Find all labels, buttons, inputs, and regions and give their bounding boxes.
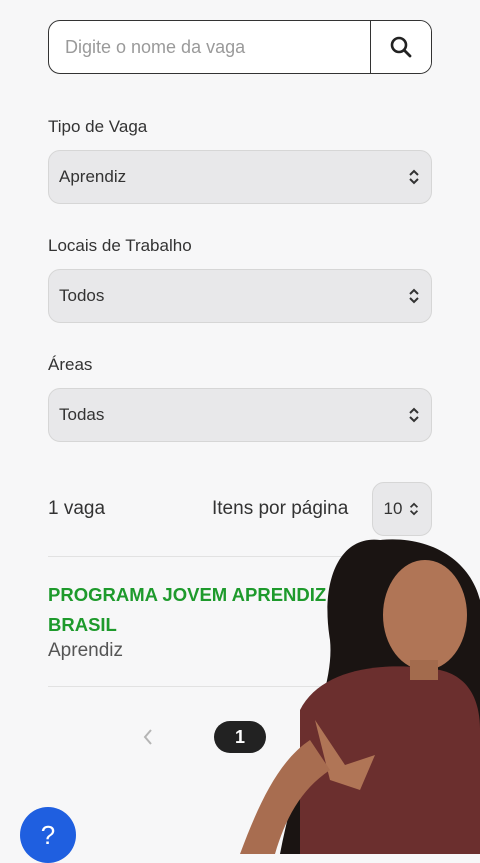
- chevron-left-icon: [143, 729, 152, 745]
- chevron-updown-icon: [407, 406, 421, 424]
- per-page-value: 10: [383, 499, 403, 518]
- job-type: Aprendiz: [48, 640, 123, 661]
- select-locais-trabalho[interactable]: Todos: [48, 269, 432, 323]
- filter-label-areas: Áreas: [48, 355, 93, 374]
- search-button[interactable]: [370, 21, 431, 73]
- chevron-updown-icon: [407, 287, 421, 305]
- filter-label-locais: Locais de Trabalho: [48, 236, 192, 255]
- search-input[interactable]: [49, 21, 370, 73]
- search-icon: [390, 36, 412, 58]
- prev-page-button[interactable]: [140, 724, 156, 755]
- select-value: Todas: [59, 405, 105, 424]
- search-bar: [48, 20, 432, 74]
- select-value: Aprendiz: [59, 167, 127, 186]
- presenter-overlay: [240, 539, 480, 854]
- select-areas[interactable]: Todas: [48, 388, 432, 442]
- chevron-updown-icon: [408, 501, 420, 517]
- per-page-label: Itens por página: [212, 498, 349, 519]
- select-value: Todos: [59, 286, 105, 305]
- results-count: 1 vaga: [48, 498, 106, 519]
- help-button[interactable]: ?: [20, 807, 76, 863]
- select-tipo-vaga[interactable]: Aprendiz: [48, 150, 432, 204]
- chevron-updown-icon: [407, 168, 421, 186]
- filter-label-tipo: Tipo de Vaga: [48, 117, 148, 136]
